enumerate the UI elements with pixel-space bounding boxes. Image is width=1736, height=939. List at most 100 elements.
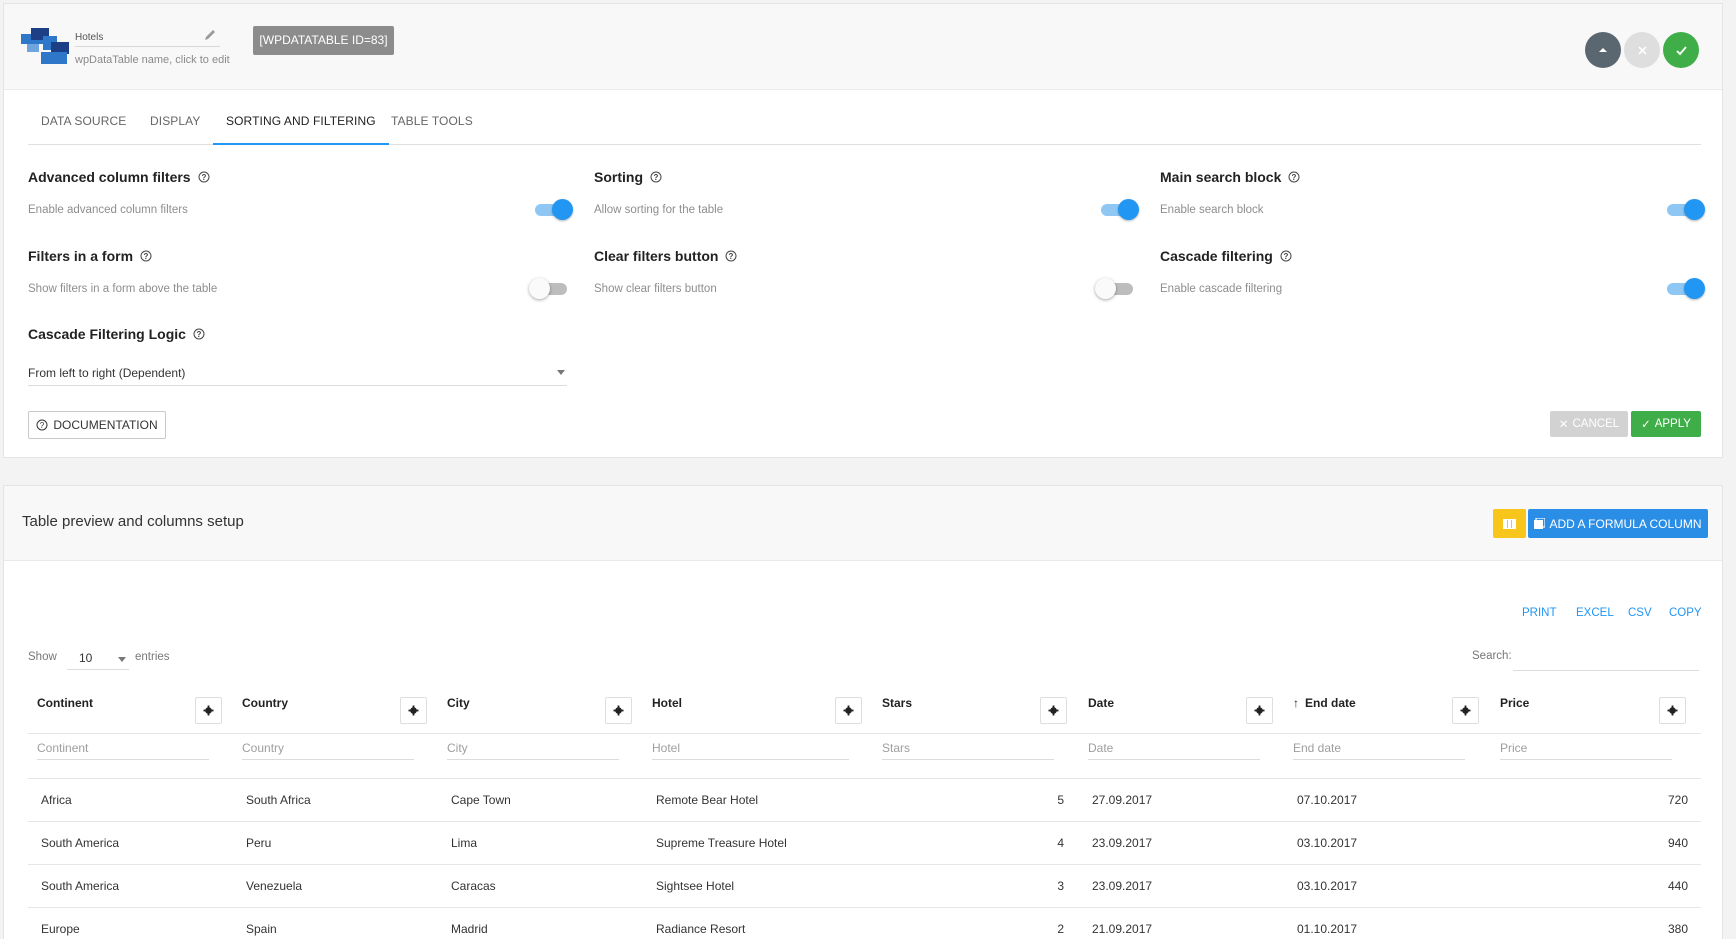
cell-date: 27.09.2017 — [1092, 793, 1153, 807]
filters-form-toggle[interactable] — [529, 277, 569, 299]
columns-toggle-button[interactable] — [1493, 509, 1526, 538]
settings-tabs: DATA SOURCE DISPLAY SORTING AND FILTERIN… — [28, 111, 1701, 145]
help-icon[interactable]: ? — [1280, 250, 1292, 262]
caret-down-icon — [557, 370, 565, 375]
add-formula-label: ADD A FORMULA COLUMN — [1549, 516, 1702, 531]
export-copy-link[interactable]: COPY — [1669, 607, 1702, 619]
col-header-country[interactable]: Country — [242, 696, 288, 710]
col-header-hotel[interactable]: Hotel — [652, 696, 682, 710]
col-header-continent[interactable]: Continent — [37, 696, 93, 710]
filter-stars[interactable]: Stars — [882, 739, 1054, 760]
table-name-input[interactable]: Hotels — [75, 31, 220, 47]
help-icon[interactable]: ? — [140, 250, 152, 262]
sort-ascending-icon: ↑ — [1293, 696, 1299, 710]
cell-end-date: 01.10.2017 — [1297, 922, 1358, 936]
main-search-toggle[interactable] — [1665, 198, 1705, 220]
cascade-toggle[interactable] — [1665, 277, 1705, 299]
gear-icon[interactable] — [605, 697, 632, 724]
add-formula-column-button[interactable]: ADD A FORMULA COLUMN — [1528, 509, 1708, 538]
gear-icon[interactable] — [1040, 697, 1067, 724]
cell-country: South Africa — [246, 793, 311, 807]
cell-end-date: 03.10.2017 — [1297, 879, 1358, 893]
export-print-link[interactable]: PRINT — [1522, 607, 1557, 619]
gear-icon[interactable] — [400, 697, 427, 724]
cell-price: 380 — [1667, 922, 1688, 936]
filter-date[interactable]: Date — [1088, 739, 1260, 760]
filter-end-date[interactable]: End date — [1293, 739, 1465, 760]
cell-country: Venezuela — [246, 879, 303, 893]
cancel-button[interactable]: ✕ CANCEL — [1550, 411, 1628, 437]
help-icon[interactable]: ? — [198, 171, 210, 183]
help-icon[interactable]: ? — [650, 171, 662, 183]
tab-display[interactable]: DISPLAY — [137, 111, 214, 145]
entries-select[interactable]: 10 — [67, 647, 129, 670]
filter-city[interactable]: City — [447, 739, 619, 760]
entries-value: 10 — [79, 651, 93, 665]
filter-hotel[interactable]: Hotel — [652, 739, 849, 760]
cell-stars: 5 — [1057, 793, 1064, 807]
col-header-city[interactable]: City — [447, 696, 470, 710]
tab-data-source[interactable]: DATA SOURCE — [28, 111, 139, 145]
filter-price[interactable]: Price — [1500, 739, 1672, 760]
columns-icon — [1503, 518, 1516, 529]
svg-text:?: ? — [201, 173, 206, 182]
export-excel-link[interactable]: EXCEL — [1576, 607, 1614, 619]
cell-city: Madrid — [451, 922, 488, 936]
filter-continent[interactable]: Continent — [37, 739, 209, 760]
cascade-logic-select[interactable]: From left to right (Dependent) — [28, 362, 567, 386]
cascade-logic-label: Cascade Filtering Logic — [28, 326, 186, 342]
gear-icon[interactable] — [1452, 697, 1479, 724]
show-label: Show — [28, 651, 57, 663]
advanced-filters-toggle[interactable] — [533, 198, 573, 220]
row-divider — [28, 907, 1701, 908]
svg-text:?: ? — [196, 330, 201, 339]
cell-date: 23.09.2017 — [1092, 879, 1153, 893]
tab-sorting-and-filtering[interactable]: SORTING AND FILTERING — [213, 111, 389, 145]
tab-table-tools[interactable]: TABLE TOOLS — [378, 111, 486, 145]
wpdatatables-logo — [21, 28, 69, 64]
apply-button[interactable]: ✓ APPLY — [1631, 411, 1701, 437]
cascade-logic-title: Cascade Filtering Logic ? — [28, 326, 205, 342]
col-header-end-date[interactable]: ↑ End date — [1293, 696, 1356, 710]
help-icon[interactable]: ? — [725, 250, 737, 262]
preview-header: Table preview and columns setup ADD A FO… — [4, 486, 1722, 561]
col-header-stars[interactable]: Stars — [882, 696, 912, 710]
pencil-icon[interactable] — [203, 28, 217, 42]
gear-icon[interactable] — [195, 697, 222, 724]
collapse-button[interactable] — [1585, 32, 1621, 68]
cell-stars: 2 — [1057, 922, 1064, 936]
cell-price: 940 — [1667, 836, 1688, 850]
gear-icon[interactable] — [1659, 697, 1686, 724]
cell-date: 21.09.2017 — [1092, 922, 1153, 936]
export-csv-link[interactable]: CSV — [1628, 607, 1652, 619]
sorting-title: Sorting ? — [594, 169, 662, 185]
shortcode-badge[interactable]: [WPDATATABLE ID=83] — [253, 26, 394, 55]
clear-filters-label: Clear filters button — [594, 248, 719, 264]
documentation-button[interactable]: ? DOCUMENTATION — [28, 411, 166, 439]
help-icon[interactable]: ? — [193, 328, 205, 340]
search-input[interactable] — [1513, 645, 1699, 671]
advanced-filters-label: Advanced column filters — [28, 169, 191, 185]
filter-country[interactable]: Country — [242, 739, 414, 760]
cell-continent: South America — [41, 836, 120, 850]
cascade-label: Cascade filtering — [1160, 248, 1273, 264]
save-button[interactable] — [1663, 32, 1699, 68]
apply-label: APPLY — [1654, 418, 1691, 430]
help-icon: ? — [36, 419, 48, 431]
col-header-price[interactable]: Price — [1500, 696, 1529, 710]
row-divider — [28, 821, 1701, 822]
filters-form-label: Filters in a form — [28, 248, 134, 264]
cell-end-date: 07.10.2017 — [1297, 793, 1358, 807]
sorting-toggle[interactable] — [1099, 198, 1139, 220]
help-icon[interactable]: ? — [1288, 171, 1300, 183]
table-preview-card: Table preview and columns setup ADD A FO… — [3, 485, 1723, 939]
cell-hotel: Radiance Resort — [656, 922, 746, 936]
clear-filters-toggle[interactable] — [1095, 277, 1135, 299]
gear-icon[interactable] — [835, 697, 862, 724]
end-date-label: End date — [1305, 696, 1356, 710]
gear-icon[interactable] — [1246, 697, 1273, 724]
main-search-title: Main search block ? — [1160, 169, 1300, 185]
svg-text:?: ? — [729, 252, 734, 261]
col-header-date[interactable]: Date — [1088, 696, 1114, 710]
close-button[interactable] — [1624, 32, 1660, 68]
